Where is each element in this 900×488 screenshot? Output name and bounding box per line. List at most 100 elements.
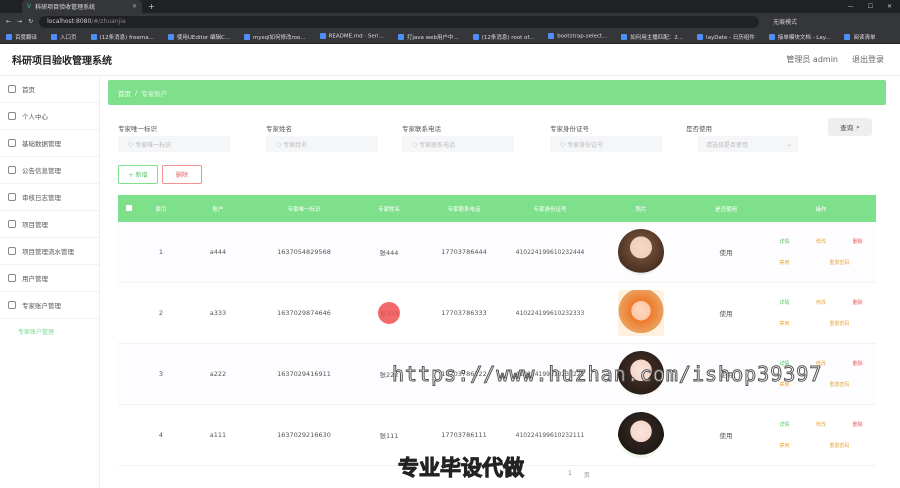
reset-password-button[interactable]: 重置密码 — [803, 320, 876, 327]
bookmark-label: 使用UEditor 编辑C... — [176, 34, 231, 41]
close-window-icon[interactable]: ✕ — [887, 3, 892, 10]
search-button[interactable]: 查询 ⌕ — [828, 118, 872, 136]
bookmark-item[interactable]: 阅读清单 — [844, 33, 875, 41]
row-delete-button[interactable]: 删除 — [839, 299, 876, 306]
cell-uid: 1637029874646 — [277, 309, 331, 317]
cell-uid: 1637054829568 — [277, 248, 331, 256]
bookmark-item[interactable]: (12条消息) freema... — [90, 33, 154, 41]
cell-account: a111 — [209, 431, 227, 439]
bookmark-item[interactable]: 打java web用户中... — [397, 33, 459, 41]
filter-label-idcard: 专家身份证号 — [550, 125, 589, 133]
row-delete-button[interactable]: 删除 — [839, 238, 876, 245]
filter-input-phone[interactable]: ○ 专家联系电话 — [402, 136, 514, 152]
view-button[interactable]: 详情 — [766, 299, 803, 306]
row-delete-button[interactable]: 删除 — [839, 360, 876, 367]
bookmark-item[interactable]: 入口页 — [51, 33, 77, 41]
sidebar-item-experts[interactable]: 专家账户管理 — [0, 292, 99, 319]
url-field[interactable]: localhost:8080 /#/zhuanjia — [39, 15, 760, 28]
reload-icon[interactable]: ↻ — [28, 18, 33, 25]
grid-icon — [8, 139, 16, 147]
table-row: 1 a444 1637054829568 张444 17703786444 4102241… — [118, 222, 876, 283]
page-number[interactable]: 1 — [568, 470, 572, 479]
app-title: 科研项目验收管理系统 — [12, 56, 112, 67]
cell-idcard: 410224199610232333 — [515, 309, 585, 317]
toggle-button[interactable]: 禁用 — [766, 259, 803, 266]
table-row: 2a3331637029874646张333177037863334102241… — [118, 283, 876, 344]
cell-idcard: 410224199610232444 — [515, 248, 585, 256]
cell-actions: 详情 修改 删除禁用 重置密码 — [766, 421, 876, 449]
expert-photo[interactable] — [618, 290, 664, 336]
sidebar-item-basic-data[interactable]: 基础数据管理 — [0, 130, 99, 157]
cell-account: a222 — [209, 370, 227, 378]
sidebar-item-users[interactable]: 用户管理 — [0, 265, 99, 292]
browser-tab[interactable]: V 科研项目验收管理系统 ✕ — [22, 0, 142, 13]
bookmark-item[interactable]: bootstrap-select... — [548, 33, 607, 40]
sidebar-item-home[interactable]: 首页 — [0, 76, 99, 103]
filter-placeholder: 专家联系电话 — [419, 141, 456, 149]
sidebar-item-notices[interactable]: 公告信息管理 — [0, 157, 99, 184]
sidebar-item-profile[interactable]: 个人中心 — [0, 103, 99, 130]
sidebar-item-label: 公告信息管理 — [22, 167, 61, 175]
breadcrumb: 首页 / 专家账户 — [108, 80, 886, 105]
bookmark-item[interactable]: 百度翻译 — [6, 33, 37, 41]
sidebar-item-projects[interactable]: 项目管理 — [0, 211, 99, 238]
bookmark-item[interactable]: mysql如何修改roo... — [244, 33, 306, 41]
toggle-button[interactable]: 禁用 — [766, 320, 803, 327]
reset-password-button[interactable]: 重置密码 — [803, 442, 876, 449]
cell-index: 3 — [158, 370, 164, 378]
add-button[interactable]: + 新增 — [118, 165, 158, 184]
bookmark-item[interactable]: 接单模块文档 - Lay... — [768, 33, 831, 41]
expert-photo[interactable] — [618, 229, 664, 275]
filter-input-idcard[interactable]: ○ 专家身份证号 — [550, 136, 662, 152]
expert-photo[interactable] — [618, 412, 664, 458]
col-header: 专家身份证号 — [533, 206, 567, 213]
sidebar-item-project-flow[interactable]: 项目管理流水管理 — [0, 238, 99, 265]
toggle-button[interactable]: 禁用 — [766, 442, 803, 449]
edit-button[interactable]: 修改 — [803, 421, 840, 428]
breadcrumb-current: 专家账户 — [141, 89, 168, 98]
edit-button[interactable]: 修改 — [803, 238, 840, 245]
col-header: 操作 — [815, 206, 827, 213]
bookmark-label: mysql如何修改roo... — [253, 34, 306, 41]
logout-link[interactable]: 退出登录 — [852, 54, 884, 65]
cell-index: 2 — [158, 309, 164, 317]
bookmark-favicon-icon — [621, 34, 628, 40]
select-all-checkbox[interactable] — [118, 204, 140, 213]
breadcrumb-home[interactable]: 首页 — [118, 88, 131, 98]
search-icon: ⌕ — [856, 122, 860, 131]
bookmark-favicon-icon — [51, 34, 58, 40]
filter-label-uid: 专家唯一标识 — [118, 125, 157, 133]
sidebar-item-audit-log[interactable]: 审核日志管理 — [0, 184, 99, 211]
app-header: 科研项目验收管理系统 管理员 admin 退出登录 — [0, 44, 900, 76]
cell-actions: 详情 修改 删除禁用 重置密码 — [766, 238, 876, 266]
cell-photo — [596, 290, 686, 336]
delete-button[interactable]: 删除 — [162, 165, 202, 184]
bookmark-item[interactable]: layDate - 日历组件 — [697, 33, 755, 41]
cell-state: 使用 — [719, 249, 733, 257]
bookmark-label: 接单模块文档 - Lay... — [777, 34, 831, 41]
bookmark-item[interactable]: README.md · Seri... — [319, 33, 384, 40]
view-button[interactable]: 详情 — [766, 421, 803, 428]
close-tab-icon[interactable]: ✕ — [132, 3, 137, 10]
edit-button[interactable]: 修改 — [803, 299, 840, 306]
bookmark-favicon-icon — [697, 34, 704, 40]
view-button[interactable]: 详情 — [766, 238, 803, 245]
sidebar-item-label: 首页 — [22, 86, 35, 94]
minimize-icon[interactable]: — — [848, 3, 854, 10]
new-tab-icon[interactable]: + — [148, 2, 155, 11]
tab-title: 科研项目验收管理系统 — [35, 4, 96, 11]
reset-password-button[interactable]: 重置密码 — [803, 259, 876, 266]
page-unit: 页 — [583, 472, 590, 479]
cell-state: 使用 — [719, 310, 733, 318]
filter-input-uid[interactable]: ○ 专家唯一标识 — [118, 136, 230, 152]
sidebar-subitem-expert-accounts[interactable]: 专家账户管理 — [0, 319, 99, 343]
bookmark-item[interactable]: 使用UEditor 编辑C... — [167, 33, 231, 41]
bookmark-item[interactable]: (12条消息) root of... — [472, 33, 534, 41]
row-delete-button[interactable]: 删除 — [839, 421, 876, 428]
filter-input-name[interactable]: ○ 专家姓名 — [266, 136, 378, 152]
filter-select-state[interactable]: 请选择是否使用 ⌄ — [698, 136, 798, 152]
back-icon[interactable]: ← — [6, 18, 11, 25]
forward-icon[interactable]: → — [17, 18, 22, 25]
maximize-icon[interactable]: ☐ — [868, 3, 873, 10]
bookmark-item[interactable]: 如何用主播匹配：2... — [621, 33, 683, 41]
